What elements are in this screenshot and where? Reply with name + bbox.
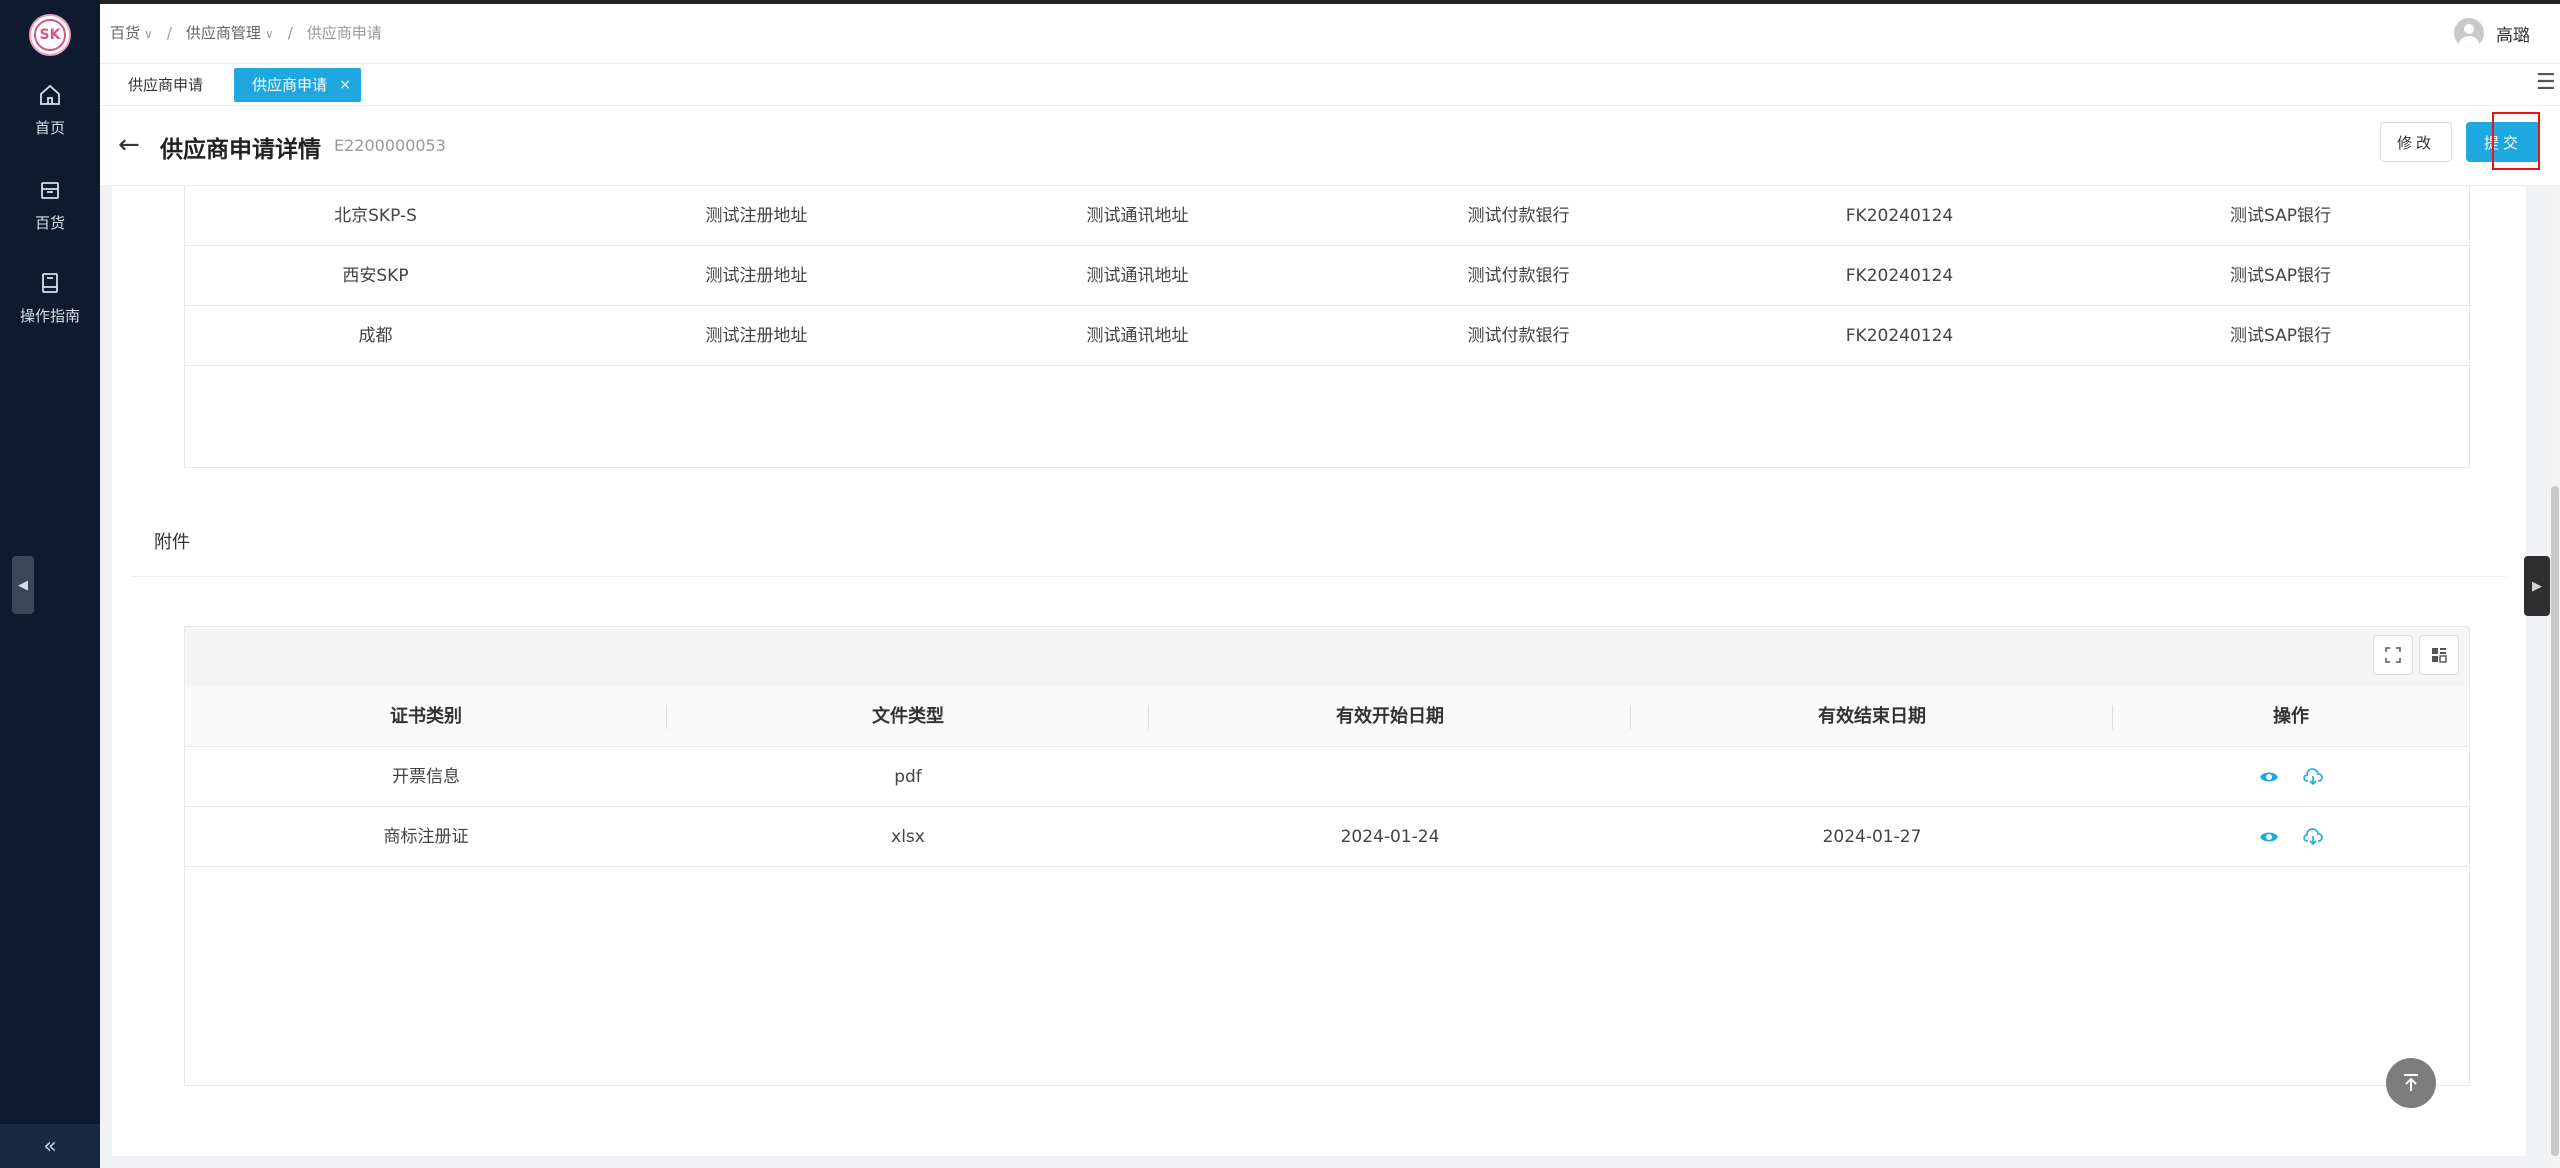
expand-icon xyxy=(2385,647,2401,663)
tab-supplier-application[interactable]: 供应商申请 xyxy=(110,68,221,102)
logo: SK xyxy=(29,14,71,56)
column-settings-button[interactable] xyxy=(2419,635,2459,675)
table-row: 开票信息 pdf xyxy=(185,747,2469,807)
home-icon xyxy=(40,84,60,105)
breadcrumb: 百货 ∨ / 供应商管理 ∨ / 供应商申请 xyxy=(110,22,382,43)
back-to-top-button[interactable] xyxy=(2386,1058,2436,1108)
user-name: 高璐 xyxy=(2496,25,2530,46)
avatar xyxy=(2454,18,2484,48)
book-icon xyxy=(42,272,58,293)
edit-button[interactable]: 修改 xyxy=(2380,122,2452,162)
breadcrumb-item[interactable]: 供应商管理 ∨ xyxy=(186,22,274,43)
table-toolbar xyxy=(185,627,2469,687)
arrow-up-icon xyxy=(2404,1074,2418,1091)
right-panel-toggle[interactable]: ▶ xyxy=(2524,556,2550,616)
sidebar-item-label: 操作指南 xyxy=(19,306,80,325)
triangle-left-icon: ◀ xyxy=(18,577,28,593)
fullscreen-button[interactable] xyxy=(2373,635,2413,675)
scrollbar-thumb[interactable] xyxy=(2551,486,2559,1156)
content-area: 北京SKP-S 测试注册地址 测试通讯地址 测试付款银行 FK20240124 … xyxy=(112,186,2526,1156)
table-row: 商标注册证 xlsx 2024-01-24 2024-01-27 xyxy=(185,807,2469,867)
scrollbar[interactable] xyxy=(2550,186,2560,1168)
breadcrumb-separator: / xyxy=(166,23,172,42)
row-actions xyxy=(2113,807,2469,866)
user-menu[interactable]: 高璐 xyxy=(2454,18,2530,48)
sidebar-item-goods[interactable]: 百货 xyxy=(0,165,100,245)
chevron-down-icon: ∨ xyxy=(144,27,153,41)
tab-supplier-application-active[interactable]: 供应商申请 × xyxy=(234,68,362,102)
page-header: ← 供应商申请详情 E2200000053 修改 提交 xyxy=(100,106,2560,186)
divider xyxy=(132,576,2506,577)
breadcrumb-item[interactable]: 百货 ∨ xyxy=(110,22,153,43)
back-arrow-icon[interactable]: ← xyxy=(118,130,140,160)
breadcrumb-separator: / xyxy=(287,23,293,42)
sidebar-item-label: 首页 xyxy=(34,118,65,137)
shop-icon xyxy=(41,181,59,199)
triangle-right-icon: ▶ xyxy=(2532,578,2542,594)
application-code: E2200000053 xyxy=(334,136,446,155)
row-actions xyxy=(2113,747,2469,806)
grid-icon xyxy=(2432,648,2447,663)
breadcrumb-current: 供应商申请 xyxy=(306,24,382,42)
cloud-download-icon[interactable] xyxy=(2303,827,2323,847)
left-panel-toggle[interactable]: ◀ xyxy=(12,556,34,614)
page-title: 供应商申请详情 xyxy=(160,137,321,163)
table-row: 北京SKP-S 测试注册地址 测试通讯地址 测试付款银行 FK20240124 … xyxy=(185,186,2471,246)
eye-icon[interactable] xyxy=(2259,827,2279,847)
table-row: 成都 测试注册地址 测试通讯地址 测试付款银行 FK20240124 测试SAP… xyxy=(185,306,2471,366)
menu-icon[interactable]: ☰ xyxy=(2536,72,2560,96)
double-chevron-left-icon: « xyxy=(43,1133,57,1159)
sidebar-item-home[interactable]: 首页 xyxy=(0,70,100,150)
tab-bar: 供应商申请 供应商申请 × ☰ xyxy=(100,64,2560,106)
bank-info-table: 北京SKP-S 测试注册地址 测试通讯地址 测试付款银行 FK20240124 … xyxy=(184,186,2471,468)
table-header: 证书类别 文件类型 有效开始日期 有效结束日期 操作 xyxy=(185,687,2469,747)
section-title-attachments: 附件 xyxy=(154,532,190,553)
attachments-table: 证书类别 文件类型 有效开始日期 有效结束日期 操作 开票信息 pdf 商标注册… xyxy=(184,626,2470,1086)
cloud-download-icon[interactable] xyxy=(2303,767,2323,787)
table-row: 西安SKP 测试注册地址 测试通讯地址 测试付款银行 FK20240124 测试… xyxy=(185,246,2471,306)
sidebar-item-guide[interactable]: 操作指南 xyxy=(0,258,100,338)
chevron-down-icon: ∨ xyxy=(264,27,274,41)
eye-icon[interactable] xyxy=(2259,767,2279,787)
sidebar-collapse-button[interactable]: « xyxy=(0,1124,100,1168)
highlight-box xyxy=(2492,112,2540,170)
close-icon[interactable]: × xyxy=(339,68,351,102)
sidebar-item-label: 百货 xyxy=(34,213,65,232)
topbar: 百货 ∨ / 供应商管理 ∨ / 供应商申请 高璐 xyxy=(100,0,2560,64)
